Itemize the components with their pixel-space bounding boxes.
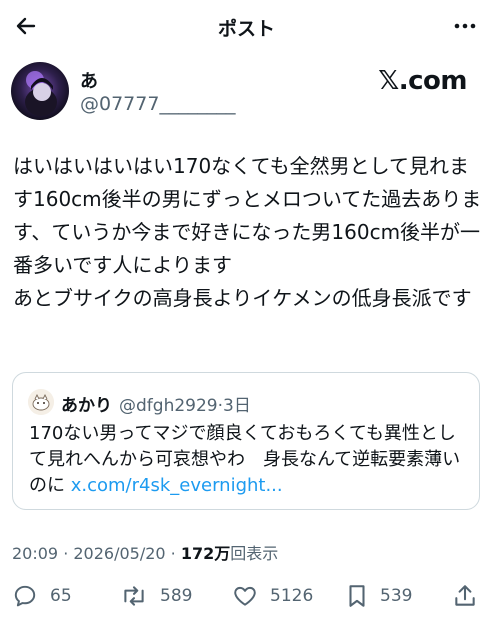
quote-meta: @dfgh2929·3日: [119, 396, 251, 416]
top-bar: ポスト: [0, 0, 493, 52]
bookmark-count: 539: [380, 586, 413, 606]
like-button[interactable]: 5126: [232, 580, 313, 612]
quote-text: 170ない男ってマジで顔良くておもろくても異性として見れへんから可哀想やわ 身長…: [29, 421, 469, 499]
repost-button[interactable]: 589: [120, 580, 192, 612]
quote-avatar-image: [28, 389, 54, 415]
share-button[interactable]: [452, 580, 478, 612]
page-title: ポスト: [217, 18, 275, 40]
action-bar: 65 589 5126 539: [0, 580, 493, 616]
post-timestamp: 20:09 · 2026/05/20 · 172万回表示: [12, 540, 278, 564]
post-text: はいはいはいはい170なくても全然男として見れます160cm後半の男にずっとメロ…: [13, 154, 482, 310]
view-count: 172万: [180, 544, 231, 563]
post-time: 20:09 · 2026/05/20 ·: [12, 544, 181, 563]
reply-count: 65: [50, 586, 72, 606]
author-handle[interactable]: @07777________: [80, 93, 235, 115]
quote-link[interactable]: x.com/r4sk_evernight...: [71, 475, 283, 496]
avatar-image: [11, 62, 69, 120]
avatar[interactable]: [11, 62, 69, 120]
x-logo: 𝕏.com: [378, 66, 467, 96]
reply-button[interactable]: 65: [12, 580, 72, 612]
bookmark-icon: [349, 585, 365, 607]
quote-author-name: あかり: [61, 396, 112, 416]
quoted-post[interactable]: あかり @dfgh2929·3日 170ない男ってマジで顔良くておもろくても異性…: [12, 372, 480, 510]
heart-icon: [234, 586, 256, 606]
reply-icon: [14, 585, 36, 607]
repost-count: 589: [160, 586, 193, 606]
repost-icon: [124, 586, 144, 606]
quote-avatar: [28, 389, 54, 415]
bookmark-button[interactable]: 539: [346, 580, 412, 612]
share-icon: [455, 585, 475, 606]
more-horizontal-icon: [454, 23, 476, 29]
like-count: 5126: [270, 586, 314, 606]
view-count-label: 回表示: [230, 544, 279, 563]
author-display-name[interactable]: あ: [80, 67, 98, 93]
more-button[interactable]: [451, 14, 479, 38]
